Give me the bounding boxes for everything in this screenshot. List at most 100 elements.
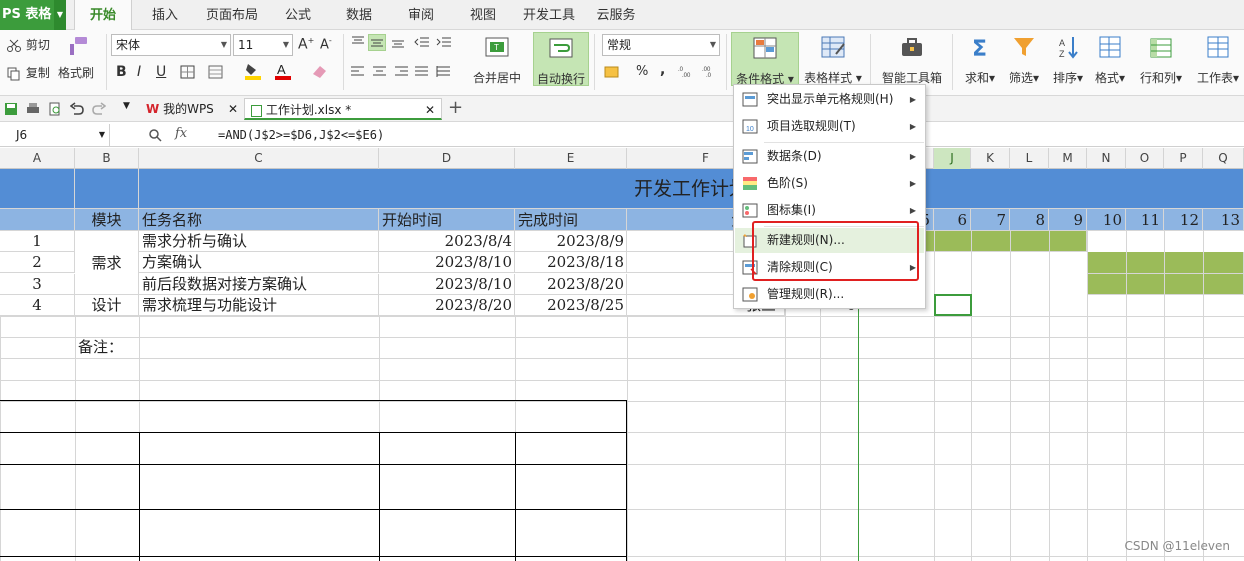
tab-cloud-service[interactable]: 云服务 [592, 0, 640, 30]
tab-home[interactable]: 开始 [74, 0, 132, 31]
end-date-cell[interactable]: 2023/8/9 [515, 231, 627, 252]
end-date-cell[interactable]: 2023/8/18 [515, 252, 627, 273]
selected-cell-j6[interactable] [934, 294, 972, 316]
new-tab-plus-icon[interactable]: + [448, 97, 463, 118]
tab-developer[interactable]: 开发工具 [518, 0, 580, 30]
tab-data[interactable]: 数据 [336, 0, 382, 30]
underline-button[interactable]: U [156, 64, 166, 80]
task-name-cell[interactable]: 需求梳理与功能设计 [139, 295, 379, 316]
decrease-decimal-button[interactable]: .00.0 [702, 64, 718, 78]
row-col-button[interactable]: 行和列▾ [1136, 32, 1186, 86]
column-header-P[interactable]: P [1164, 148, 1203, 169]
end-date-cell[interactable]: 2023/8/20 [515, 274, 627, 295]
cell-style-button[interactable] [208, 64, 224, 79]
percent-button[interactable]: % [636, 64, 648, 79]
print-icon[interactable] [26, 102, 40, 116]
tab-review[interactable]: 审阅 [398, 0, 444, 30]
name-box[interactable]: J6 ▼ [0, 124, 110, 146]
column-header-E[interactable]: E [515, 148, 627, 169]
row-number-cell[interactable]: 1 [0, 231, 75, 252]
module-design-cell[interactable]: 设计 [75, 295, 139, 316]
clear-format-button[interactable] [310, 62, 330, 83]
redo-icon[interactable] [92, 102, 106, 116]
doc-tab-my-wps[interactable]: W 我的WPS ✕ [140, 98, 244, 120]
start-date-cell[interactable]: 2023/8/4 [379, 231, 515, 252]
number-format-select[interactable]: 常规 ▼ [602, 34, 720, 56]
end-date-cell[interactable]: 2023/8/25 [515, 295, 627, 316]
task-name-cell[interactable]: 需求分析与确认 [139, 231, 379, 252]
tab-formulas[interactable]: 公式 [276, 0, 320, 30]
gantt-fill-row-2[interactable] [1087, 252, 1244, 274]
grow-font-button[interactable]: A+ [298, 36, 314, 53]
indent-decrease-button[interactable] [414, 34, 430, 49]
menu-item-data-bars[interactable]: 数据条(D) ▶ [735, 144, 924, 169]
row-number-cell[interactable]: 2 [0, 252, 75, 273]
customize-qa-chevron-icon[interactable]: ▼ [123, 101, 130, 111]
header-day-13[interactable]: 13 [1203, 209, 1244, 231]
doc-tab-work-plan[interactable]: 工作计划.xlsx * ✕ [244, 98, 442, 120]
menu-item-manage-rules[interactable]: 管理规则(R)... [735, 282, 924, 307]
column-header-M[interactable]: M [1049, 148, 1087, 169]
justify-button[interactable] [414, 64, 430, 79]
font-name-select[interactable]: 宋体 ▼ [111, 34, 231, 56]
header-day-9[interactable]: 9 [1049, 209, 1087, 231]
module-requirement-cell[interactable]: 需求 [75, 231, 139, 295]
insert-function-icon[interactable]: fx [175, 126, 187, 141]
align-right-button[interactable] [394, 64, 410, 79]
app-menu-button[interactable]: PS 表格 ▼ [0, 0, 66, 30]
print-preview-icon[interactable] [48, 102, 62, 116]
header-task-name[interactable]: 任务名称 [139, 209, 379, 231]
cut-button[interactable]: 剪切 [6, 36, 50, 53]
column-header-L[interactable]: L [1010, 148, 1049, 169]
close-icon[interactable]: ✕ [228, 98, 238, 120]
remark-label[interactable]: 备注： [78, 336, 138, 358]
save-icon[interactable] [4, 102, 18, 116]
align-center-button[interactable] [372, 64, 388, 79]
header-end-time[interactable]: 完成时间 [515, 209, 627, 231]
merge-center-button[interactable]: T 合并居中 [464, 32, 530, 86]
close-icon[interactable]: ✕ [425, 99, 435, 121]
worksheet-button[interactable]: 工作表▾ [1192, 32, 1244, 86]
font-color-button[interactable]: A [274, 62, 292, 83]
task-name-cell[interactable]: 方案确认 [139, 252, 379, 273]
border-button[interactable] [180, 64, 196, 79]
wrap-text-button[interactable]: 自动换行 [533, 32, 589, 86]
undo-icon[interactable] [70, 102, 84, 116]
table-style-button[interactable]: 表格样式 ▾ [802, 32, 864, 86]
font-size-select[interactable]: 11 ▼ [233, 34, 293, 56]
format-button[interactable]: 格式▾ [1092, 32, 1128, 86]
header-day-12[interactable]: 12 [1164, 209, 1203, 231]
align-left-button[interactable] [350, 64, 366, 79]
sort-button[interactable]: AZ 排序▾ [1048, 32, 1088, 86]
row-number-cell[interactable]: 4 [0, 295, 75, 316]
column-header-K[interactable]: K [971, 148, 1010, 169]
column-header-J[interactable]: J [934, 148, 971, 169]
start-date-cell[interactable]: 2023/8/10 [379, 252, 515, 273]
start-date-cell[interactable]: 2023/8/20 [379, 295, 515, 316]
start-date-cell[interactable]: 2023/8/10 [379, 274, 515, 295]
format-painter-button[interactable] [60, 36, 96, 59]
header-module[interactable]: 模块 [75, 209, 139, 231]
column-header-B[interactable]: B [75, 148, 139, 169]
header-start-time[interactable]: 开始时间 [379, 209, 515, 231]
tab-view[interactable]: 视图 [460, 0, 506, 30]
smart-toolbox-button[interactable]: 智能工具箱 [878, 32, 946, 86]
increase-decimal-button[interactable]: .0.00 [678, 64, 694, 78]
column-header-A[interactable]: A [0, 148, 75, 169]
bold-button[interactable]: B [116, 64, 127, 80]
column-header-N[interactable]: N [1087, 148, 1126, 169]
header-cell-a[interactable] [0, 209, 75, 231]
comma-button[interactable]: , [660, 62, 665, 78]
column-header-O[interactable]: O [1126, 148, 1164, 169]
menu-item-icon-sets[interactable]: 图标集(I) ▶ [735, 198, 924, 223]
header-day-10[interactable]: 10 [1087, 209, 1126, 231]
title-cell-b[interactable] [75, 169, 139, 209]
sum-button[interactable]: Σ 求和▾ [960, 32, 1000, 86]
header-day-7[interactable]: 7 [971, 209, 1010, 231]
filter-button[interactable]: 筛选▾ [1004, 32, 1044, 86]
spreadsheet-grid[interactable]: ABCDEFGHIJKLMNOPQ 开发工作计划模块任务名称开始时间完成时间负责… [0, 148, 1244, 561]
search-icon[interactable] [148, 128, 162, 142]
distribute-button[interactable] [436, 64, 452, 79]
italic-button[interactable]: I [137, 64, 141, 80]
sheet-title[interactable]: 开发工作计划 [139, 169, 1244, 209]
